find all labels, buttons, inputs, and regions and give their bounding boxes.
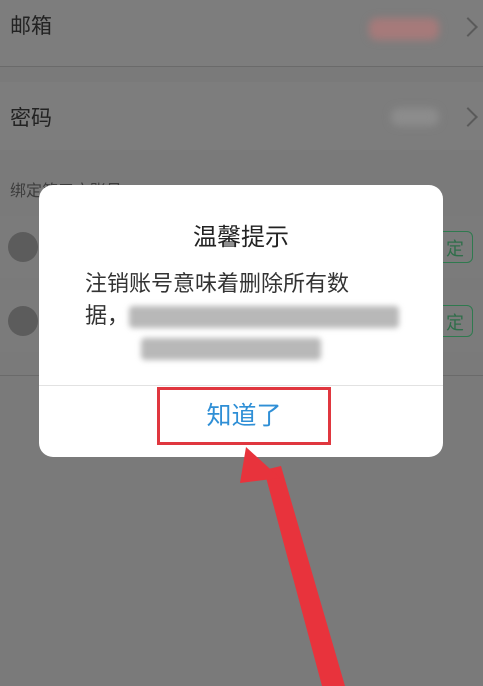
password-value-redacted <box>391 108 439 126</box>
dialog-title: 温馨提示 <box>193 223 289 251</box>
chevron-right-icon <box>458 107 478 127</box>
email-label: 邮箱 <box>10 14 52 38</box>
password-row[interactable]: 密码 <box>0 82 483 150</box>
weibo-icon <box>8 306 38 336</box>
wechat-icon <box>8 232 38 262</box>
tip-dialog: 温馨提示 注销账号意味着删除所有数 据， 知道了 <box>39 185 443 457</box>
ok-button[interactable]: 知道了 <box>157 387 331 445</box>
dialog-message-line2: 据， <box>85 304 130 329</box>
password-label: 密码 <box>10 106 52 130</box>
dialog-message-line1: 注销账号意味着删除所有数 <box>85 272 350 297</box>
dialog-message: 注销账号意味着删除所有数 据， <box>85 269 415 365</box>
email-value-redacted <box>369 18 439 40</box>
redacted-text <box>129 306 400 328</box>
chevron-right-icon <box>458 17 478 37</box>
dialog-separator <box>39 385 443 386</box>
email-row[interactable]: 邮箱 <box>0 0 483 66</box>
redacted-text <box>141 338 321 360</box>
divider <box>0 66 483 67</box>
